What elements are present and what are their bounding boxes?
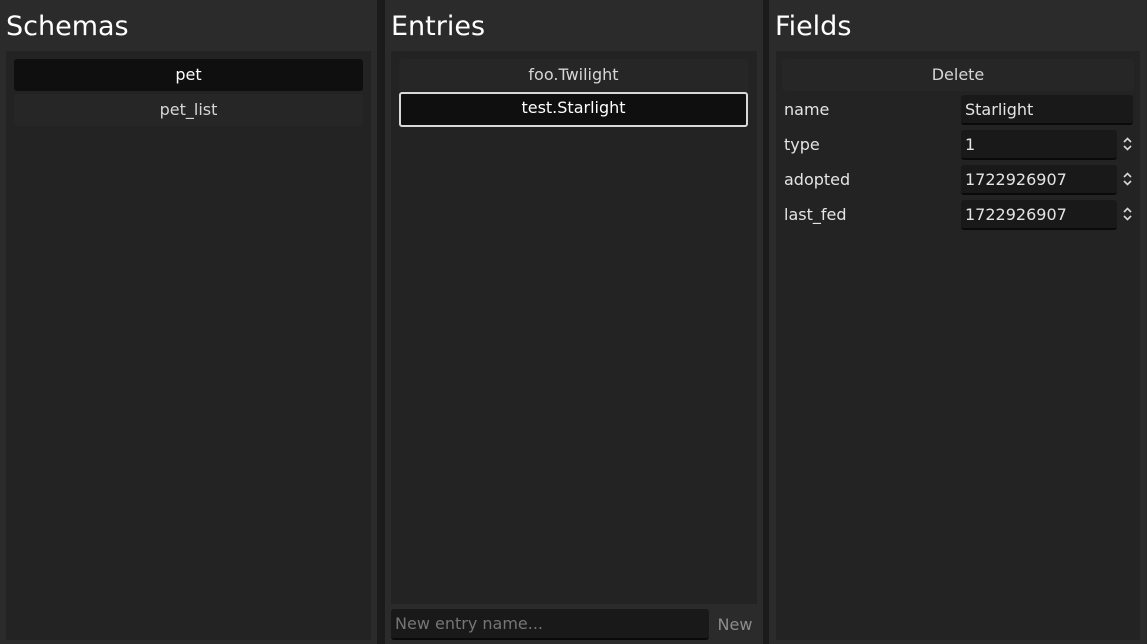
fields-title: Fields: [775, 11, 852, 42]
fields-body: Delete name Starlight type 1 adopted 172…: [776, 51, 1140, 640]
schemas-list: pet pet_list: [6, 51, 371, 640]
field-input-adopted[interactable]: 1722926907: [961, 165, 1117, 195]
fields-panel: Fields Delete name Starlight type 1 adop…: [769, 0, 1147, 644]
entry-item-test-starlight[interactable]: test.Starlight: [399, 92, 748, 127]
field-value-last-fed: 1722926907: [965, 205, 1067, 224]
new-entry-button[interactable]: New: [714, 609, 756, 640]
entry-item-foo-twilight[interactable]: foo.Twilight: [399, 59, 748, 91]
delete-entry-button[interactable]: Delete: [782, 59, 1134, 91]
new-entry-name-input[interactable]: [391, 609, 709, 640]
up-down-arrows-icon[interactable]: [1120, 165, 1136, 195]
field-input-name[interactable]: Starlight: [961, 95, 1133, 125]
schemas-panel: Schemas pet pet_list: [0, 0, 377, 644]
field-input-type[interactable]: 1: [961, 130, 1117, 160]
field-label-last-fed: last_fed: [784, 205, 847, 224]
schema-item-pet-list[interactable]: pet_list: [14, 94, 363, 126]
field-label-name: name: [784, 100, 830, 119]
entries-panel: Entries foo.Twilight test.Starlight New: [385, 0, 763, 644]
up-down-arrows-icon[interactable]: [1120, 200, 1136, 230]
field-label-type: type: [784, 135, 820, 154]
field-value-adopted: 1722926907: [965, 170, 1067, 189]
up-down-arrows-icon[interactable]: [1120, 130, 1136, 160]
entries-list: foo.Twilight test.Starlight: [391, 51, 757, 604]
field-input-last-fed[interactable]: 1722926907: [961, 200, 1117, 230]
schemas-title: Schemas: [6, 11, 129, 42]
entries-title: Entries: [391, 11, 486, 42]
field-value-name: Starlight: [965, 100, 1034, 119]
field-value-type: 1: [965, 135, 976, 154]
field-label-adopted: adopted: [784, 170, 851, 189]
schema-item-pet[interactable]: pet: [14, 59, 363, 91]
